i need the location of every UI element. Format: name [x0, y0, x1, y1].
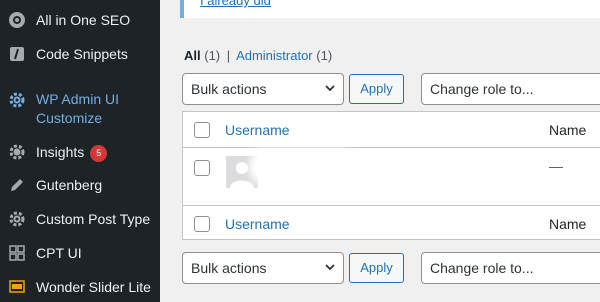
sidebar-item-gutenberg[interactable]: Gutenberg [0, 175, 160, 195]
sidebar-item-wp-admin-ui-customize[interactable]: WP Admin UI Customize [0, 90, 160, 128]
bulk-actions-value: Bulk actions [191, 260, 267, 276]
pencil-icon [7, 175, 27, 195]
filter-administrator[interactable]: Administrator [236, 48, 313, 63]
name-column-footer: Name [549, 216, 587, 232]
bulk-actions-select[interactable]: Bulk actions [182, 73, 344, 105]
username-column-footer[interactable]: Username [225, 216, 290, 232]
gear-icon [7, 209, 27, 229]
apply-button[interactable]: Apply [349, 74, 404, 104]
select-all-checkbox[interactable] [194, 122, 210, 138]
sidebar-item-label: WP Admin UI Customize [36, 91, 119, 126]
sidebar-item-custom-post-type[interactable]: Custom Post Type [0, 209, 160, 229]
change-role-value: Change role to... [430, 260, 534, 276]
bulk-actions-value: Bulk actions [191, 81, 267, 97]
admin-notice: I already did [180, 0, 600, 18]
change-role-select[interactable]: Change role to... [421, 73, 600, 105]
code-snippets-icon [7, 44, 27, 64]
bulk-actions-select-bottom[interactable]: Bulk actions [182, 252, 344, 284]
filter-administrator-count: (1) [316, 48, 333, 63]
sidebar-item-label: Wonder Slider Lite [36, 279, 151, 295]
sidebar-item-code-snippets[interactable]: Code Snippets [0, 44, 160, 64]
users-table: Username Name — Username Name [182, 111, 600, 240]
sidebar-item-label: All in One SEO [36, 12, 131, 28]
name-column-header: Name [549, 122, 587, 138]
aioseo-gear-icon [7, 10, 27, 30]
sidebar-item-label: Custom Post Type [36, 211, 151, 227]
footer-divider [183, 205, 600, 206]
sidebar-item-label: CPT UI [36, 245, 82, 261]
redacted-username [255, 154, 350, 180]
chevron-down-icon [325, 85, 335, 92]
filter-all[interactable]: All [184, 48, 201, 63]
change-role-value: Change role to... [430, 81, 534, 97]
sidebar-item-cpt-ui[interactable]: CPT UI [0, 243, 160, 263]
sidebar-item-label: Code Snippets [36, 46, 128, 62]
apply-button-bottom[interactable]: Apply [349, 253, 404, 283]
admin-sidebar: All in One SEO Code Snippets WP Admin UI… [0, 0, 160, 302]
filter-all-count: (1) [204, 48, 221, 63]
filter-separator: | [226, 48, 231, 63]
sidebar-item-label: Insights 5 [36, 142, 108, 162]
already-did-link[interactable]: I already did [200, 0, 271, 8]
name-cell: — [549, 158, 563, 174]
update-count-badge: 5 [90, 145, 108, 162]
insights-gear-icon [7, 142, 27, 162]
sidebar-item-insights[interactable]: Insights 5 [0, 142, 160, 162]
change-role-select-bottom[interactable]: Change role to... [421, 252, 600, 284]
select-all-checkbox-footer[interactable] [194, 216, 210, 232]
chevron-down-icon [325, 264, 335, 271]
grid-icon [7, 243, 27, 263]
sidebar-item-wonder-slider-lite[interactable]: Wonder Slider Lite [0, 277, 160, 297]
sidebar-item-all-in-one-seo[interactable]: All in One SEO [0, 10, 160, 30]
role-filter-links: All (1) | Administrator (1) [184, 48, 332, 63]
gear-icon [7, 90, 27, 110]
slider-icon [7, 277, 27, 297]
sidebar-item-label: Gutenberg [36, 177, 103, 193]
username-column-header[interactable]: Username [225, 122, 290, 138]
avatar [226, 156, 258, 188]
header-divider [183, 147, 600, 148]
row-checkbox[interactable] [194, 160, 210, 176]
